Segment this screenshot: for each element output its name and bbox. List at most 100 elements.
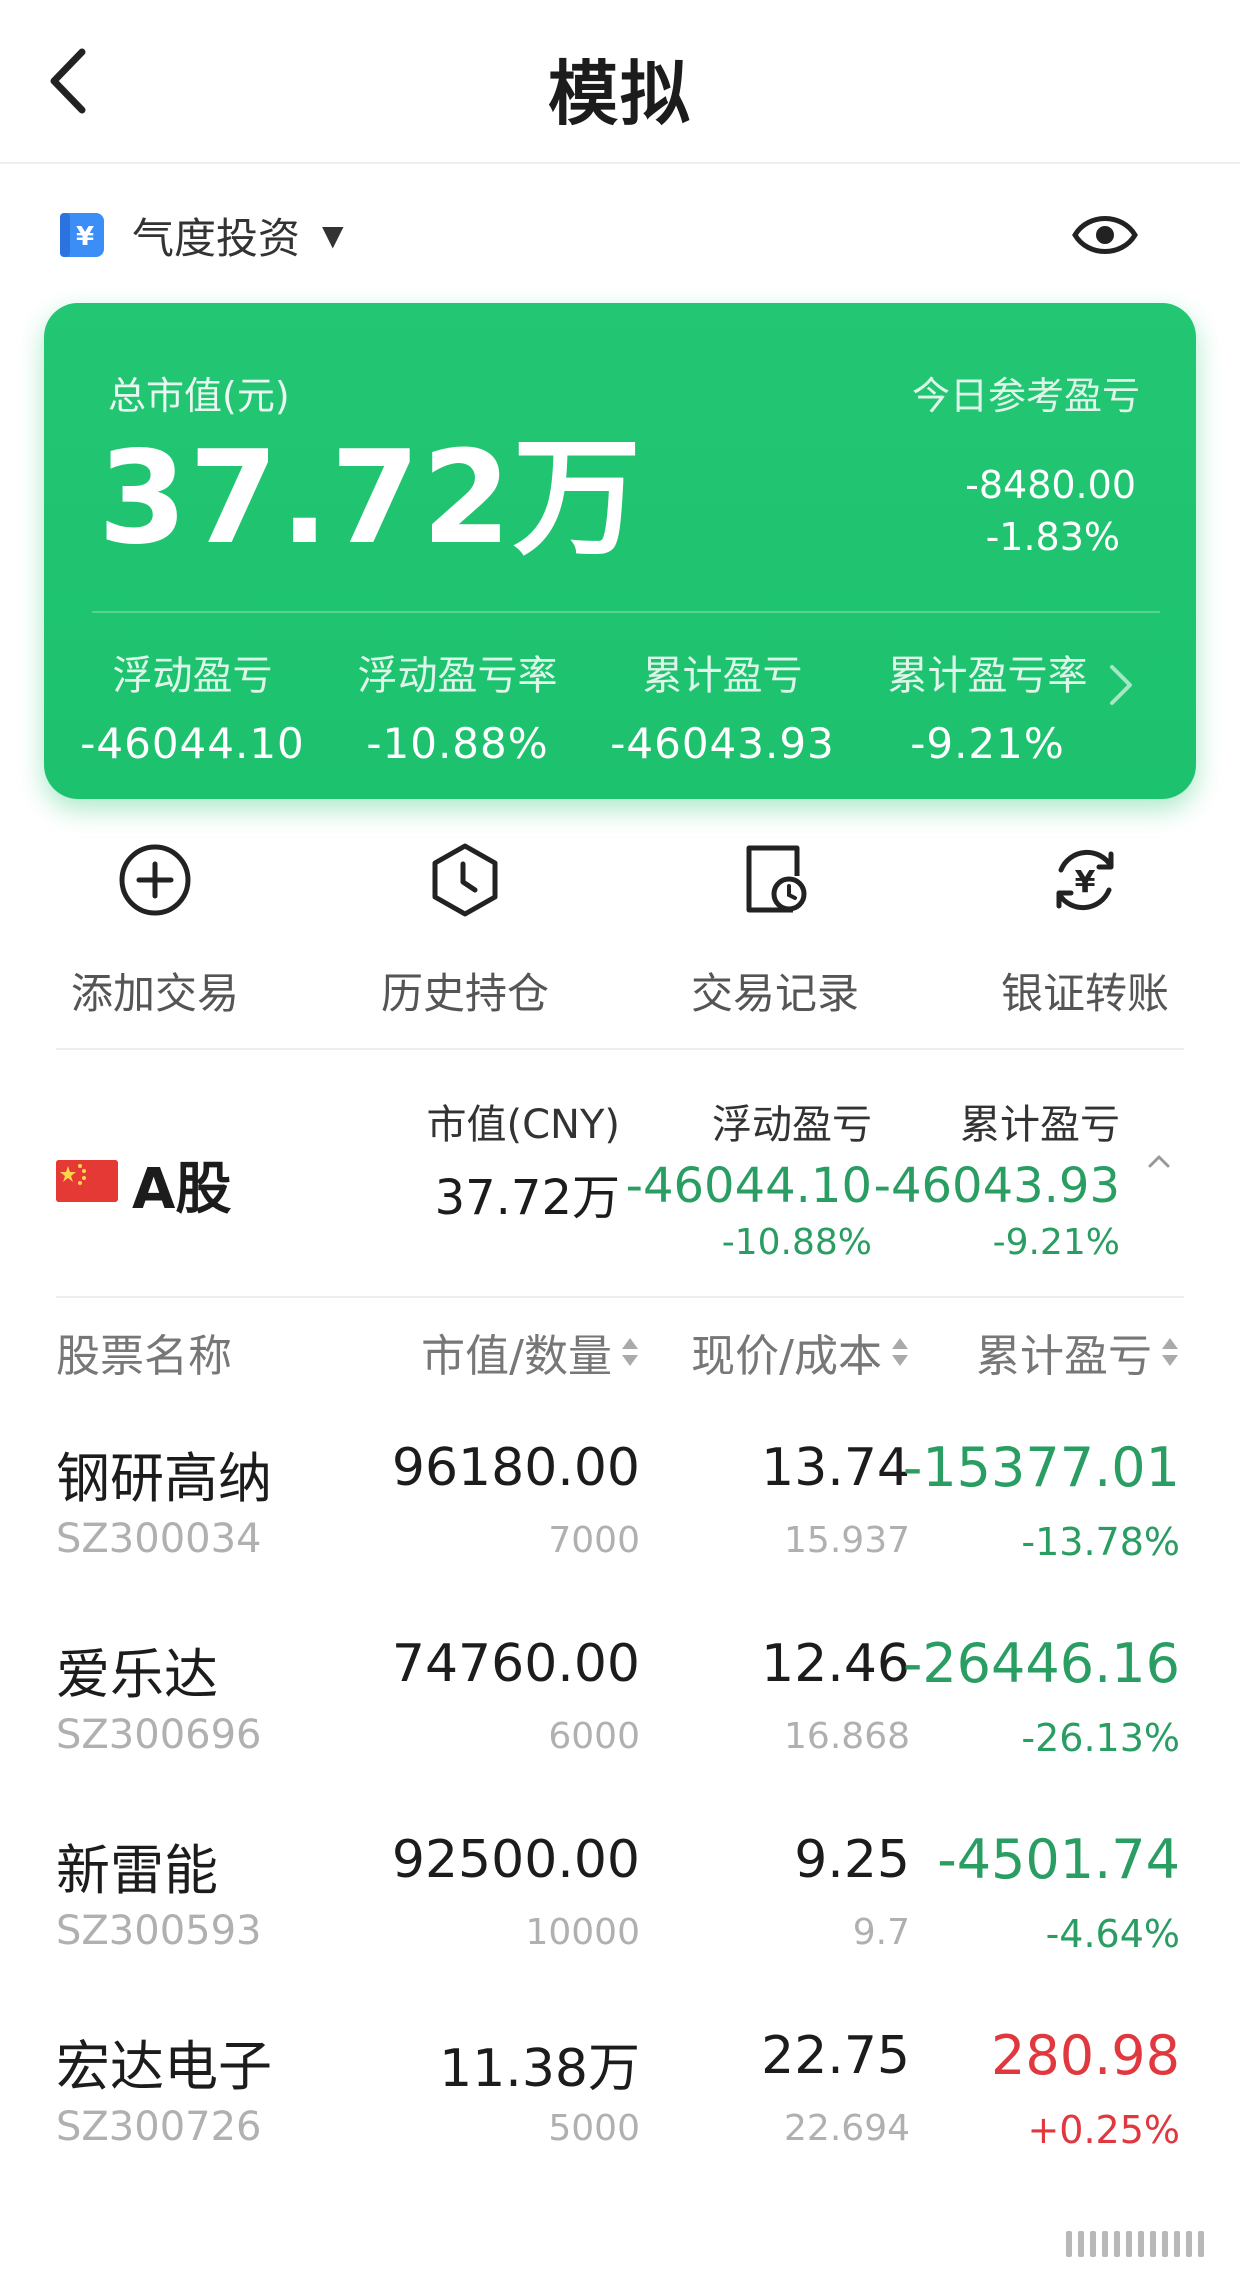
metric-value: -46043.93 <box>610 719 835 768</box>
column-label: 现价/成本 <box>691 1331 882 1382</box>
card-divider <box>92 611 1160 613</box>
today-pnl-percent: -1.83% <box>985 515 1120 559</box>
quantity: 7000 <box>548 1520 640 1561</box>
account-name: 气度投资 <box>132 213 301 263</box>
cost-price: 15.937 <box>784 1520 910 1561</box>
stock-name: 爱乐达 <box>56 1643 218 1706</box>
divider <box>56 1048 1184 1050</box>
sort-icon <box>1162 1338 1178 1366</box>
eye-icon <box>1072 216 1138 254</box>
cum-pnl: -4501.74 <box>937 1828 1180 1891</box>
cum-pnl-percent: -13.78% <box>1021 1520 1180 1564</box>
total-market-value: 37.72万 <box>98 424 643 573</box>
sort-icon <box>892 1338 908 1366</box>
stock-code: SZ300726 <box>56 2104 262 2150</box>
action-label: 交易记录 <box>690 969 859 1018</box>
market-value: 96180.00 <box>391 1438 640 1498</box>
cum-pnl-percent: -26.13% <box>1021 1716 1180 1760</box>
float-pnl-value: -46044.10 <box>625 1158 872 1214</box>
holdings-table-header: 股票名称 市值/数量 现价/成本 累计盈亏 <box>0 1320 1240 1390</box>
record-clock-icon <box>746 845 807 913</box>
cum-pnl-value: -46043.93 <box>873 1158 1120 1214</box>
column-label: 市值/数量 <box>421 1331 612 1382</box>
cum-pnl-column: 累计盈亏 -46043.93 -9.21% <box>874 1092 1120 1263</box>
holding-row[interactable]: 宏达电子 SZ300726 11.38万 5000 22.75 22.694 2… <box>0 2010 1240 2206</box>
market-summary-a-share[interactable]: A股 市值(CNY) 37.72万 浮动盈亏 -46044.10 -10.88%… <box>0 1080 1240 1280</box>
current-price: 9.25 <box>794 1830 910 1890</box>
metric-label: 累计盈亏率 <box>887 653 1088 699</box>
quick-actions: 添加交易 历史持仓 交易记录 ¥ 银证转账 <box>0 840 1240 1021</box>
action-label: 历史持仓 <box>380 969 549 1018</box>
holding-row[interactable]: 钢研高纳 SZ300034 96180.00 7000 13.74 15.937… <box>0 1422 1240 1618</box>
total-market-value-label: 总市值(元) <box>108 374 290 418</box>
column-stock-name: 股票名称 <box>56 1320 232 1384</box>
sort-price-cost[interactable]: 现价/成本 <box>691 1320 910 1384</box>
market-value-column: 市值(CNY) 37.72万 <box>427 1092 621 1228</box>
metric-value: -9.21% <box>910 719 1065 768</box>
holding-row[interactable]: 新雷能 SZ300593 92500.00 10000 9.25 9.7 -45… <box>0 1814 1240 2010</box>
portfolio-summary-card[interactable]: 总市值(元) 37.72万 今日参考盈亏 -8480.00 -1.83% 浮动盈… <box>44 303 1196 799</box>
float-pnl-percent: -10.88% <box>721 1222 872 1263</box>
current-price: 13.74 <box>761 1438 910 1498</box>
stock-code: SZ300696 <box>56 1712 262 1758</box>
column-label: 累计盈亏 <box>976 1331 1152 1382</box>
summary-metrics: 浮动盈亏 -46044.10 浮动盈亏率 -10.88% 累计盈亏 -46043… <box>60 643 1120 768</box>
china-flag-icon <box>56 1160 118 1202</box>
market-value-header: 市值(CNY) <box>426 1102 621 1148</box>
metric-value: -10.88% <box>366 719 549 768</box>
metric-label: 浮动盈亏率 <box>357 653 558 699</box>
stock-name: 钢研高纳 <box>56 1447 272 1510</box>
chevron-right-icon[interactable] <box>1108 661 1134 709</box>
cum-pnl-percent: -4.64% <box>1045 1912 1180 1956</box>
cum-pnl: 280.98 <box>991 2024 1180 2087</box>
metric-value: -46044.10 <box>80 719 305 768</box>
stock-code: SZ300034 <box>56 1516 262 1562</box>
trade-records-button[interactable]: 交易记录 <box>620 840 930 1021</box>
account-selector[interactable]: ¥ 气度投资 ▼ <box>58 200 344 270</box>
metric-float-pnl-rate: 浮动盈亏率 -10.88% <box>325 643 590 768</box>
cum-pnl-header: 累计盈亏 <box>960 1102 1120 1148</box>
action-label: 添加交易 <box>70 969 239 1018</box>
sort-market-value-quantity[interactable]: 市值/数量 <box>421 1320 640 1384</box>
cum-pnl-percent: +0.25% <box>1027 2108 1180 2152</box>
metric-float-pnl: 浮动盈亏 -46044.10 <box>60 643 325 768</box>
chevron-up-icon[interactable] <box>1144 1146 1174 1176</box>
metric-cum-pnl: 累计盈亏 -46043.93 <box>590 643 855 768</box>
float-pnl-header: 浮动盈亏 <box>712 1102 872 1148</box>
action-label: 银证转账 <box>1000 969 1169 1018</box>
metric-cum-pnl-rate: 累计盈亏率 -9.21% <box>855 643 1120 768</box>
current-price: 22.75 <box>761 2026 910 2086</box>
quantity: 5000 <box>548 2108 640 2149</box>
divider <box>56 1296 1184 1298</box>
svg-text:¥: ¥ <box>76 222 94 252</box>
page-title: 模拟 <box>548 53 692 135</box>
wallet-yuan-icon: ¥ <box>60 213 104 257</box>
cost-price: 22.694 <box>784 2108 910 2149</box>
svg-text:¥: ¥ <box>1075 865 1096 900</box>
float-pnl-column: 浮动盈亏 -46044.10 -10.88% <box>626 1092 872 1263</box>
history-holdings-button[interactable]: 历史持仓 <box>310 840 620 1021</box>
current-price: 12.46 <box>761 1634 910 1694</box>
sort-icon <box>622 1338 638 1366</box>
metric-label: 浮动盈亏 <box>112 653 273 699</box>
visibility-toggle[interactable] <box>1070 205 1140 265</box>
watermark-bars <box>1066 2231 1204 2257</box>
market-value: 74760.00 <box>391 1634 640 1694</box>
cost-price: 9.7 <box>852 1912 910 1953</box>
bank-transfer-button[interactable]: ¥ 银证转账 <box>930 840 1240 1021</box>
add-trade-button[interactable]: 添加交易 <box>0 840 310 1021</box>
cum-pnl: -26446.16 <box>902 1632 1180 1695</box>
today-pnl-amount: -8480.00 <box>965 463 1136 507</box>
holdings-list: 钢研高纳 SZ300034 96180.00 7000 13.74 15.937… <box>0 1422 1240 2206</box>
clock-hexagon-icon <box>432 843 498 917</box>
quantity: 10000 <box>525 1912 640 1953</box>
yuan-transfer-icon: ¥ <box>1056 849 1114 911</box>
top-nav-bar: 模拟 <box>0 0 1240 164</box>
sort-cum-pnl[interactable]: 累计盈亏 <box>976 1320 1180 1384</box>
stock-name: 新雷能 <box>56 1839 218 1902</box>
holding-row[interactable]: 爱乐达 SZ300696 74760.00 6000 12.46 16.868 … <box>0 1618 1240 1814</box>
cum-pnl: -15377.01 <box>902 1436 1180 1499</box>
dropdown-caret-icon: ▼ <box>322 218 344 252</box>
plus-circle-icon <box>119 844 191 916</box>
metric-label: 累计盈亏 <box>642 653 803 699</box>
